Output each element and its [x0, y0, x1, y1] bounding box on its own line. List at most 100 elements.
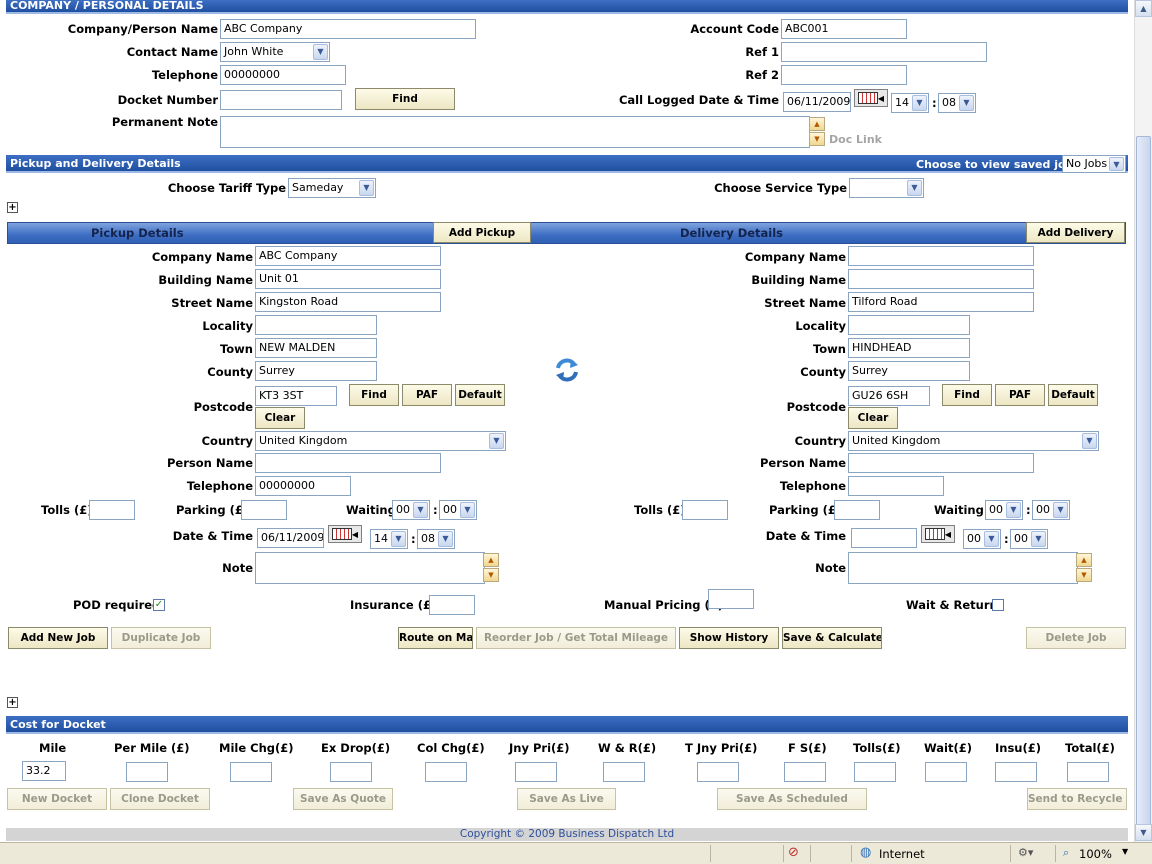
arrow-up-icon[interactable]: ▲	[809, 117, 825, 131]
delivery-wait-min-select[interactable]: 00 ▼	[1032, 500, 1070, 520]
show-history-button[interactable]: Show History	[679, 627, 779, 649]
save-as-live-button[interactable]: Save As Live	[517, 788, 616, 810]
pickup-company-input[interactable]: ABC Company	[255, 246, 441, 266]
calendar-icon[interactable]: ◀	[921, 525, 955, 543]
reorder-job-button[interactable]: Reorder Job / Get Total Mileage	[476, 627, 676, 649]
call-hour-select[interactable]: 14 ▼	[891, 93, 929, 113]
pickup-note-spinner[interactable]: ▲ ▼	[483, 553, 499, 583]
clone-docket-button[interactable]: Clone Docket	[110, 788, 210, 810]
save-as-quote-button[interactable]: Save As Quote	[293, 788, 393, 810]
calendar-icon[interactable]: ◀	[854, 89, 888, 107]
delivery-tolls-input[interactable]	[682, 500, 728, 520]
delivery-parking-input[interactable]	[834, 500, 880, 520]
insurance-input[interactable]	[429, 595, 475, 615]
save-as-scheduled-button[interactable]: Save As Scheduled	[717, 788, 867, 810]
delivery-note-spinner[interactable]: ▲ ▼	[1076, 553, 1092, 583]
delivery-telephone-input[interactable]	[848, 476, 944, 496]
total-input[interactable]	[1067, 762, 1109, 782]
delivery-wait-hour-select[interactable]: 00 ▼	[985, 500, 1023, 520]
zoom-icon[interactable]: ⌕	[1063, 846, 1069, 860]
delivery-clear-button[interactable]: Clear	[848, 407, 898, 429]
arrow-down-icon[interactable]: ▼	[1076, 568, 1092, 582]
duplicate-job-button[interactable]: Duplicate Job	[111, 627, 211, 649]
pickup-paf-button[interactable]: PAF	[402, 384, 452, 406]
contact-name-select[interactable]: John White ▼	[220, 42, 330, 62]
mile-input[interactable]: 33.2	[22, 761, 66, 781]
delivery-date-input[interactable]	[851, 528, 917, 548]
delivery-street-input[interactable]: Tilford Road	[848, 292, 1034, 312]
delivery-hour-select[interactable]: 00 ▼	[963, 529, 1001, 549]
delivery-default-button[interactable]: Default	[1048, 384, 1098, 406]
find-docket-button[interactable]: Find	[355, 88, 455, 110]
pickup-country-select[interactable]: United Kingdom ▼	[255, 431, 506, 451]
t-jny-pri-input[interactable]	[697, 762, 739, 782]
mile-chg-input[interactable]	[230, 762, 272, 782]
expand-plus-icon[interactable]: +	[7, 202, 18, 213]
add-pickup-button[interactable]: Add Pickup	[433, 222, 531, 243]
new-docket-button[interactable]: New Docket	[7, 788, 107, 810]
add-delivery-button[interactable]: Add Delivery	[1026, 222, 1125, 243]
pickup-hour-select[interactable]: 14 ▼	[370, 529, 408, 549]
add-new-job-button[interactable]: Add New Job	[8, 627, 108, 649]
note-scroll-spinner[interactable]: ▲ ▼	[809, 117, 825, 147]
pickup-person-input[interactable]	[255, 453, 441, 473]
delivery-county-input[interactable]: Surrey	[848, 361, 970, 381]
delivery-building-input[interactable]	[848, 269, 1034, 289]
pod-required-checkbox[interactable]: ✓	[153, 599, 165, 611]
pickup-parking-input[interactable]	[241, 500, 287, 520]
arrow-down-icon[interactable]: ▼	[809, 132, 825, 146]
arrow-up-icon[interactable]: ▲	[483, 553, 499, 567]
company-name-input[interactable]: ABC Company	[220, 19, 476, 39]
doc-link[interactable]: Doc Link	[829, 133, 882, 146]
call-logged-date-input[interactable]: 06/11/2009	[783, 92, 851, 112]
tariff-type-select[interactable]: Sameday ▼	[288, 178, 376, 198]
telephone-input[interactable]: 00000000	[220, 65, 346, 85]
pickup-postcode-input[interactable]: KT3 3ST	[255, 386, 337, 406]
account-code-input[interactable]: ABC001	[781, 19, 907, 39]
manual-pricing-input[interactable]	[708, 589, 754, 609]
pickup-wait-hour-select[interactable]: 00 ▼	[392, 500, 430, 520]
delivery-postcode-input[interactable]: GU26 6SH	[848, 386, 930, 406]
chevron-down-icon[interactable]: ▼	[1122, 847, 1128, 856]
docket-number-input[interactable]	[220, 90, 342, 110]
pickup-tolls-input[interactable]	[89, 500, 135, 520]
pickup-telephone-input[interactable]: 00000000	[255, 476, 351, 496]
delivery-town-input[interactable]: HINDHEAD	[848, 338, 970, 358]
pickup-building-input[interactable]: Unit 01	[255, 269, 441, 289]
delivery-note-textarea[interactable]	[848, 552, 1078, 584]
delivery-company-input[interactable]	[848, 246, 1034, 266]
insu-cost-input[interactable]	[995, 762, 1037, 782]
w-r-input[interactable]	[603, 762, 645, 782]
pickup-wait-min-select[interactable]: 00 ▼	[439, 500, 477, 520]
arrow-down-icon[interactable]: ▼	[483, 568, 499, 582]
ex-drop-input[interactable]	[330, 762, 372, 782]
send-to-recycle-bin-button[interactable]: Send to Recycle Bin	[1027, 788, 1127, 810]
wait-return-checkbox[interactable]	[992, 599, 1004, 611]
delivery-country-select[interactable]: United Kingdom ▼	[848, 431, 1099, 451]
pickup-town-input[interactable]: NEW MALDEN	[255, 338, 377, 358]
pickup-date-input[interactable]: 06/11/2009	[257, 528, 324, 548]
delivery-locality-input[interactable]	[848, 315, 970, 335]
pickup-county-input[interactable]: Surrey	[255, 361, 377, 381]
pickup-find-button[interactable]: Find	[349, 384, 399, 406]
service-type-select[interactable]: ▼	[849, 178, 924, 198]
ref2-input[interactable]	[781, 65, 907, 85]
arrow-up-icon[interactable]: ▲	[1076, 553, 1092, 567]
scroll-thumb[interactable]	[1136, 136, 1151, 826]
jny-pri-input[interactable]	[515, 762, 557, 782]
route-on-map-button[interactable]: Route on Map	[398, 627, 473, 649]
expand-plus-icon[interactable]: +	[7, 697, 18, 708]
col-chg-input[interactable]	[425, 762, 467, 782]
pickup-default-button[interactable]: Default	[455, 384, 505, 406]
protected-mode-icon[interactable]: ⚙▾	[1018, 846, 1033, 859]
ref1-input[interactable]	[781, 42, 987, 62]
pickup-street-input[interactable]: Kingston Road	[255, 292, 441, 312]
delivery-paf-button[interactable]: PAF	[995, 384, 1045, 406]
swap-refresh-icon[interactable]	[553, 356, 581, 384]
wait-cost-input[interactable]	[925, 762, 967, 782]
delivery-person-input[interactable]	[848, 453, 1034, 473]
scroll-up-icon[interactable]: ▲	[1135, 0, 1152, 17]
scroll-down-icon[interactable]: ▼	[1135, 824, 1152, 841]
fs-input[interactable]	[784, 762, 826, 782]
pickup-clear-button[interactable]: Clear	[255, 407, 305, 429]
